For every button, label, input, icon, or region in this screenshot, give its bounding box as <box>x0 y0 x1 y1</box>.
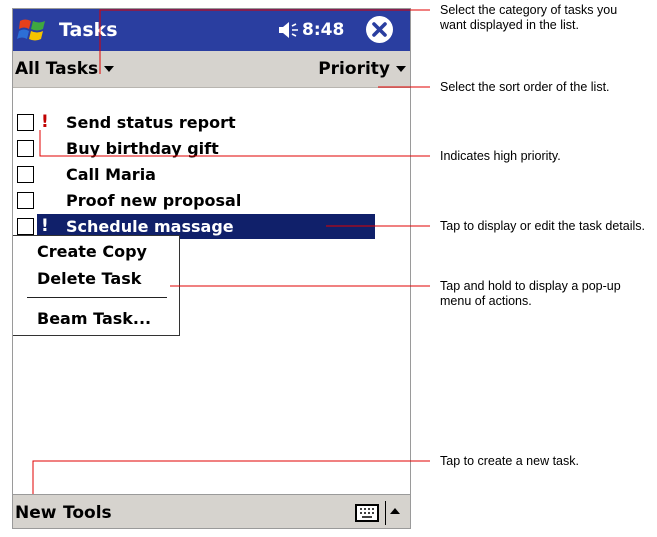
task-label: Schedule massage <box>66 217 234 236</box>
chevron-down-icon <box>396 66 406 72</box>
menu-item-beam-task[interactable]: Beam Task... <box>37 309 151 328</box>
callout-priority: Indicates high priority. <box>440 149 561 163</box>
close-icon[interactable] <box>366 16 393 43</box>
task-label: Call Maria <box>66 165 156 184</box>
category-label: All Tasks <box>15 59 99 79</box>
callout-popup: Tap and hold to display a pop-up menu of… <box>440 279 621 309</box>
category-dropdown[interactable]: All Tasks <box>15 59 115 79</box>
speaker-icon[interactable] <box>277 21 299 39</box>
popup-menu: Create Copy Delete Task Beam Task... <box>13 235 180 336</box>
callout-new-task: Tap to create a new task. <box>440 454 579 468</box>
task-row[interactable]: Call Maria <box>13 162 410 188</box>
callout-sort: Select the sort order of the list. <box>440 80 610 94</box>
sort-dropdown[interactable]: Priority <box>318 59 406 79</box>
callout-details: Tap to display or edit the task details. <box>440 219 645 233</box>
menu-divider <box>27 297 167 298</box>
task-label: Proof new proposal <box>66 191 242 210</box>
high-priority-icon: ! <box>41 216 49 236</box>
task-row[interactable]: Buy birthday gift <box>13 136 410 162</box>
clock[interactable]: 8:48 <box>302 20 344 40</box>
callout-category-line1: Select the category of tasks you <box>440 3 618 17</box>
task-row[interactable]: ! Send status report <box>13 110 410 136</box>
task-label: Buy birthday gift <box>66 139 219 158</box>
menu-item-delete-task[interactable]: Delete Task <box>37 269 141 288</box>
chevron-down-icon <box>104 66 115 72</box>
task-checkbox[interactable] <box>17 218 34 235</box>
new-button[interactable]: New <box>15 503 56 523</box>
callout-category-line2: want displayed in the list. <box>440 18 579 32</box>
task-checkbox[interactable] <box>17 114 34 131</box>
task-label: Send status report <box>66 113 236 132</box>
sip-divider <box>385 501 386 525</box>
callout-popup-line2: menu of actions. <box>440 294 532 308</box>
task-checkbox[interactable] <box>17 192 34 209</box>
command-bar: New Tools <box>13 494 410 528</box>
task-checkbox[interactable] <box>17 140 34 157</box>
app-title: Tasks <box>59 19 118 41</box>
callout-category: Select the category of tasks you want di… <box>440 3 617 33</box>
menu-item-create-copy[interactable]: Create Copy <box>37 242 147 261</box>
filter-bar: All Tasks Priority <box>13 51 410 88</box>
tools-menu[interactable]: Tools <box>63 503 112 523</box>
task-row[interactable]: Proof new proposal <box>13 188 410 214</box>
high-priority-icon: ! <box>41 112 49 132</box>
chevron-up-icon[interactable] <box>390 508 400 514</box>
keyboard-icon[interactable] <box>355 504 379 522</box>
sort-label: Priority <box>318 59 390 79</box>
callout-popup-line1: Tap and hold to display a pop-up <box>440 279 621 293</box>
title-bar: Tasks 8:48 <box>13 9 410 51</box>
task-checkbox[interactable] <box>17 166 34 183</box>
windows-start-icon[interactable] <box>17 15 49 45</box>
pocket-pc-screen: Tasks 8:48 All Tasks Priority ! Send sta… <box>12 8 411 529</box>
